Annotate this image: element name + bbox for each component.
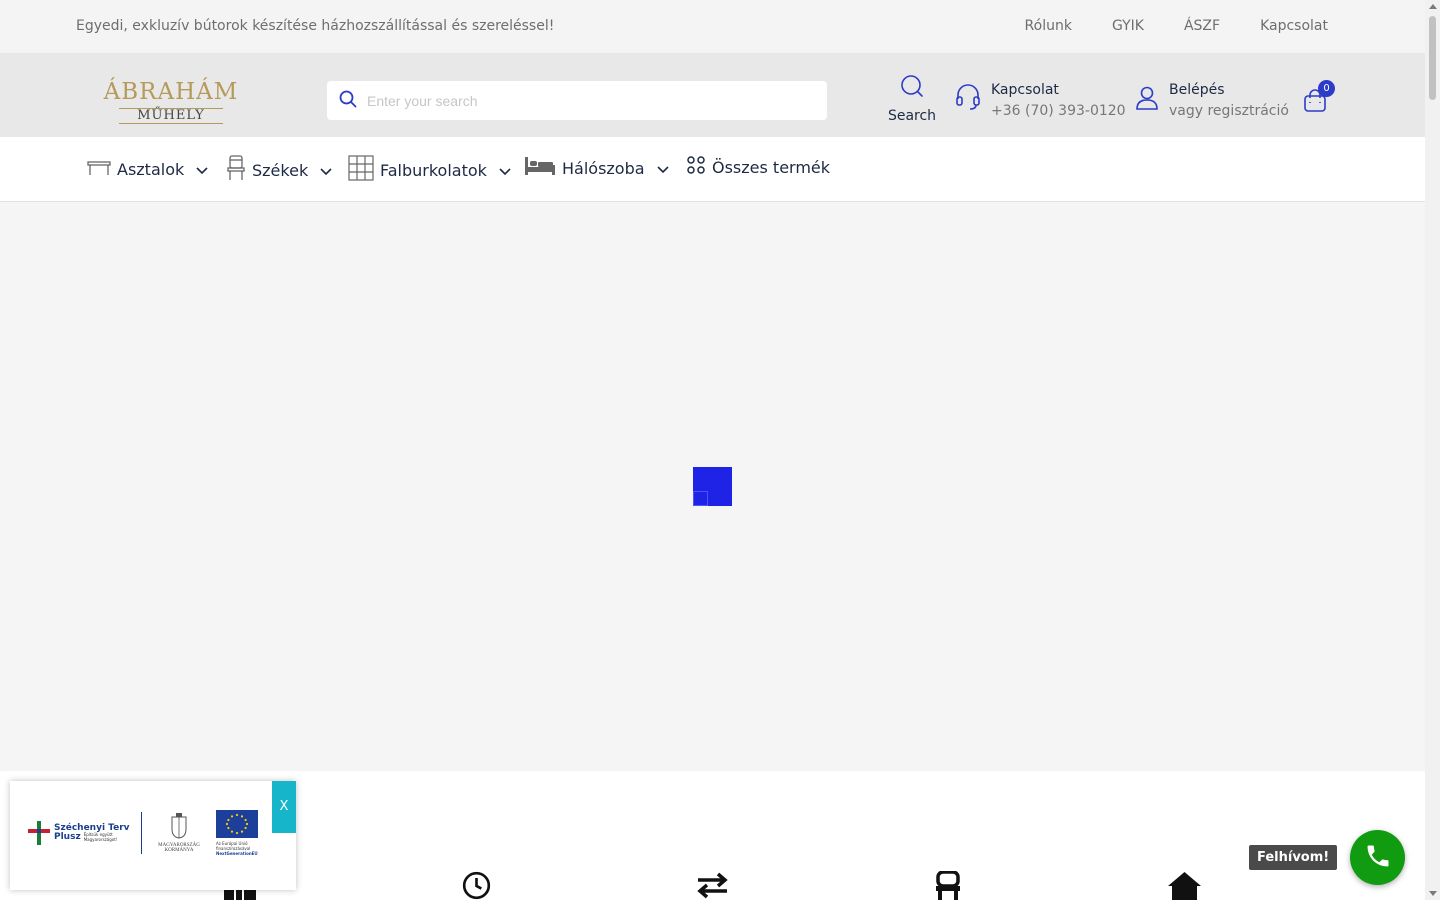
eu-flag-icon [216, 810, 258, 839]
search-icon [900, 75, 924, 104]
table-icon [87, 155, 111, 183]
eu-logo: Az Európai Unió finanszírozásával NextGe… [216, 810, 266, 856]
clock-icon [460, 871, 493, 900]
nav-item-szekek[interactable]: Székek [226, 155, 332, 185]
chair-icon [226, 155, 246, 185]
contact-title: Kapcsolat [991, 82, 1059, 98]
chevron-down-icon [196, 160, 208, 179]
funding-logos: Széchenyi Terv Plusz Építsük együtt Magy… [28, 799, 278, 867]
cart-button[interactable]: 0 [1302, 80, 1335, 114]
chevron-down-icon [499, 161, 511, 180]
headset-icon [955, 82, 981, 119]
funding-banner: Széchenyi Terv Plusz Építsük együtt Magy… [10, 781, 296, 890]
logo-subtitle: MŰHELY [119, 108, 223, 124]
search-button[interactable]: Search [887, 74, 937, 124]
nav-item-falburkolatok[interactable]: Falburkolatok [348, 155, 511, 185]
contact-phone[interactable]: +36 (70) 393-0120 [991, 103, 1126, 119]
search-button-label: Search [887, 108, 937, 124]
user-icon [1135, 82, 1159, 119]
search-input[interactable] [367, 92, 807, 109]
scroll-up-arrow-icon[interactable] [1429, 4, 1437, 9]
szechenyi-logo: Széchenyi Terv Plusz Építsük együtt Magy… [28, 821, 133, 845]
nav-item-haloszoba[interactable]: Hálószoba [524, 155, 669, 181]
nav-label: Székek [252, 160, 309, 180]
top-link-kapcsolat[interactable]: Kapcsolat [1260, 18, 1328, 34]
nav-label: Összes termék [712, 157, 831, 177]
szechenyi-cross-icon [28, 821, 50, 845]
nav-label: Falburkolatok [380, 160, 487, 180]
coat-of-arms-icon [171, 812, 187, 839]
site-logo[interactable]: ÁBRAHÁM MŰHELY [86, 79, 256, 124]
call-button[interactable] [1350, 830, 1405, 885]
eu-sub: NextGenerationEU [216, 850, 258, 856]
cart-count-badge: 0 [1318, 80, 1335, 97]
wall-panel-icon [348, 155, 374, 185]
contact-block[interactable]: Kapcsolat +36 (70) 393-0120 [955, 82, 1126, 119]
page-scrollbar[interactable] [1425, 0, 1440, 900]
chevron-down-icon [656, 159, 669, 178]
top-link-rolunk[interactable]: Rólunk [1025, 18, 1072, 34]
loading-spinner [693, 467, 732, 506]
nav-label: Hálószoba [562, 158, 645, 178]
scrollbar-thumb[interactable] [1429, 16, 1436, 100]
header: ÁBRAHÁM MŰHELY Search Kapcsolat +36 (70)… [0, 54, 1425, 137]
phone-icon [1364, 842, 1392, 874]
szechenyi-tag: Építsük együtt Magyarországot! [83, 832, 118, 842]
login-title: Belépés [1169, 82, 1225, 98]
bed-icon [524, 155, 556, 181]
main-content [0, 202, 1425, 771]
government-label: MAGYARORSZÁG KORMÁNYA [158, 842, 200, 854]
top-link-aszf[interactable]: ÁSZF [1184, 18, 1220, 34]
home-icon [1167, 871, 1202, 900]
main-nav: Asztalok Székek Falburkolatok Hálószoba [0, 137, 1425, 202]
chair-feature-icon [934, 870, 962, 900]
chevron-down-icon [320, 161, 332, 180]
nav-label: Asztalok [117, 159, 185, 179]
divider [141, 812, 142, 854]
exchange-arrows-icon [696, 871, 729, 900]
government-logo: MAGYARORSZÁG KORMÁNYA [150, 812, 208, 854]
eu-label: Az Európai Unió finanszírozásával [216, 841, 251, 851]
top-link-gyik[interactable]: GYIK [1112, 18, 1144, 34]
scroll-down-arrow-icon[interactable] [1429, 891, 1437, 896]
grid-dots-icon [686, 155, 706, 179]
top-bar: Egyedi, exkluzív bútorok készítése házho… [0, 0, 1425, 54]
search-box [327, 81, 827, 120]
register-link[interactable]: vagy regisztráció [1169, 103, 1289, 119]
shopping-bag-icon [1302, 89, 1328, 118]
nav-item-osszes-termek[interactable]: Összes termék [686, 155, 830, 179]
call-label[interactable]: Felhívom! [1249, 845, 1338, 870]
logo-title: ÁBRAHÁM [103, 79, 239, 105]
banner-close-button[interactable]: X [272, 781, 296, 833]
nav-item-asztalok[interactable]: Asztalok [87, 155, 208, 183]
search-icon [339, 90, 357, 112]
tagline: Egyedi, exkluzív bútorok készítése házho… [76, 18, 555, 34]
top-links: Rólunk GYIK ÁSZF Kapcsolat [1025, 18, 1328, 34]
login-block[interactable]: Belépés vagy regisztráció [1135, 82, 1289, 119]
szechenyi-sub: Plusz [54, 832, 81, 842]
